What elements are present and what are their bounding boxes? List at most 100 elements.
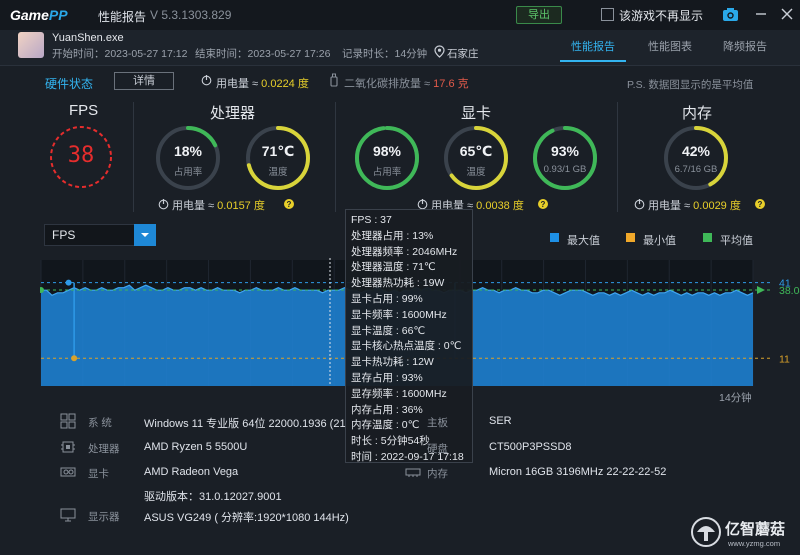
driver-version: 驱动版本：31.0.12027.9001 xyxy=(144,491,282,503)
record-duration: 记录时长：14分钟 xyxy=(342,48,428,60)
gpu-vram-value: 93% xyxy=(550,143,580,159)
section-divider xyxy=(335,102,336,212)
fps-value: 38 xyxy=(67,143,95,168)
tooltip-line: 处理器热功耗 : 19W xyxy=(351,277,445,290)
power-plug-icon xyxy=(158,199,169,210)
min-marker xyxy=(71,355,78,362)
co2-bottle-icon xyxy=(330,73,338,87)
tooltip-line: 显卡占用 : 99% xyxy=(351,292,423,305)
gpu-value: AMD Radeon Vega xyxy=(144,466,239,478)
cpu-chip-icon xyxy=(61,441,75,453)
windows-icon xyxy=(60,413,76,429)
cpu-usage-label: 占用率 xyxy=(173,167,203,178)
metric-select-value: FPS xyxy=(52,228,76,242)
display-value: ASUS VG249 ( 分辨率:1920*1080 144Hz) xyxy=(144,512,349,524)
system-value: Windows 11 专业版 64位 22000.1936 (21 xyxy=(144,418,346,430)
detail-button[interactable]: 详情 xyxy=(114,72,174,90)
export-button[interactable]: 导出 xyxy=(516,6,562,24)
tooltip-line: 显卡频率 : 1600MHz xyxy=(351,308,447,321)
version-label: V 5.3.1303.829 xyxy=(150,8,232,22)
camera-icon[interactable] xyxy=(722,6,739,23)
tooltip-line: 时长 : 5分钟54秒 xyxy=(351,435,430,448)
motherboard-value: SER xyxy=(489,415,512,427)
chart-note: P.S. 数据图显示的是平均值 xyxy=(627,79,754,91)
game-avatar xyxy=(18,32,44,58)
gpu-temp-label: 温度 xyxy=(466,167,486,178)
location-pin-icon xyxy=(434,45,445,58)
cpu-temp-label: 温度 xyxy=(268,167,288,178)
window-title: 性能报告 xyxy=(98,10,147,24)
cpu-value: AMD Ryzen 5 5500U xyxy=(144,441,248,453)
section-divider xyxy=(133,102,134,212)
disk-value: CT500P3PSSD8 xyxy=(489,441,572,453)
cpu-label: 处理器 xyxy=(88,443,120,455)
cpu-title: 处理器 xyxy=(210,105,256,122)
help-icon[interactable]: ? xyxy=(284,199,294,209)
tooltip-line: 显卡温度 : 66℃ xyxy=(351,324,426,337)
svg-text:?: ? xyxy=(758,200,763,209)
watermark-url: www.yzmg.com xyxy=(727,539,780,548)
tooltip-line: 处理器占用 : 13% xyxy=(351,229,434,242)
memory-stick-icon xyxy=(405,468,421,477)
tab-performance-chart[interactable]: 性能图表 xyxy=(648,38,692,54)
system-label: 系 统 xyxy=(88,417,112,429)
cpu-power: 用电量 ≈ 0.0157 度 xyxy=(172,200,265,212)
minimize-icon[interactable] xyxy=(753,6,769,22)
close-icon[interactable] xyxy=(779,6,795,22)
gpu-card-icon xyxy=(60,467,76,477)
tab-performance-report[interactable]: 性能报告 xyxy=(571,38,615,54)
tooltip-line: 显卡热功耗 : 12W xyxy=(351,356,434,369)
gpu-label: 显卡 xyxy=(88,468,109,480)
chevron-down-icon[interactable] xyxy=(134,224,156,246)
location-label: 石家庄 xyxy=(447,48,479,60)
tooltip-line: 内存温度 : 0℃ xyxy=(351,419,420,432)
power-plug-icon xyxy=(634,199,645,210)
memory-power: 用电量 ≈ 0.0029 度 xyxy=(648,200,741,212)
fps-title: FPS xyxy=(69,102,99,119)
tooltip-line: 显存频率 : 1600MHz xyxy=(351,387,447,400)
svg-text:?: ? xyxy=(541,200,546,209)
display-label: 显示器 xyxy=(88,511,120,523)
legend-avg-swatch xyxy=(703,233,712,242)
monitor-icon xyxy=(60,508,76,522)
total-power: 用电量 ≈ 0.0224 度 xyxy=(216,78,309,90)
legend-min-swatch xyxy=(626,233,635,242)
hardware-status-title: 硬件状态 xyxy=(45,77,94,91)
gpu-vram-label: 0.93/1 GB xyxy=(543,164,587,175)
legend-max: 最大值 xyxy=(567,235,600,247)
help-icon[interactable]: ? xyxy=(538,199,548,209)
help-icon[interactable]: ? xyxy=(755,199,765,209)
start-time: 开始时间：2023-05-27 17:12 xyxy=(52,48,188,60)
watermark-text: 亿智蘑菇 xyxy=(725,520,785,538)
avg-label: 38.08 xyxy=(779,285,800,297)
max-marker xyxy=(65,279,72,286)
noshow-label: 该游戏不再显示 xyxy=(619,9,704,23)
chart-tooltip: FPS : 37 处理器占用 : 13% 处理器频率 : 2046MHz 处理器… xyxy=(345,209,473,463)
tab-throttle-report[interactable]: 降频报告 xyxy=(723,38,767,54)
tooltip-line: FPS : 37 xyxy=(351,214,392,226)
memory-usage-label: 6.7/16 GB xyxy=(674,164,718,175)
watermark-logo: 亿智蘑菇 www.yzmg.com xyxy=(691,517,785,548)
tooltip-line: 显卡核心热点温度 : 0℃ xyxy=(351,340,462,353)
legend-max-swatch xyxy=(550,233,559,242)
tooltip-line: 处理器频率 : 2046MHz xyxy=(351,245,458,258)
gpu-usage-label: 占用率 xyxy=(372,167,402,178)
end-time: 结束时间：2023-05-27 17:26 xyxy=(195,48,331,60)
legend-min: 最小值 xyxy=(643,235,676,247)
cpu-temp-value: 71℃ xyxy=(261,143,295,159)
memory-usage-value: 42% xyxy=(681,143,711,159)
min-label: 11 xyxy=(779,353,790,365)
cpu-usage-value: 18% xyxy=(173,143,203,159)
gamepp-logo: GamePP xyxy=(10,7,68,23)
co2-emission: 二氧化碳排放量 ≈ 17.6 克 xyxy=(344,78,469,90)
noshow-checkbox[interactable] xyxy=(601,8,614,21)
tooltip-line: 显存占用 : 93% xyxy=(351,371,423,384)
x-axis-label: 14分钟 xyxy=(719,392,752,404)
motherboard-label: 主板 xyxy=(427,417,448,429)
power-plug-icon xyxy=(201,75,212,86)
active-tab-indicator xyxy=(560,60,626,62)
memory-label: 内存 xyxy=(427,468,448,480)
legend-avg: 平均值 xyxy=(720,235,753,247)
tooltip-line: 处理器温度 : 71℃ xyxy=(351,261,436,274)
gpu-usage-value: 98% xyxy=(372,143,402,159)
